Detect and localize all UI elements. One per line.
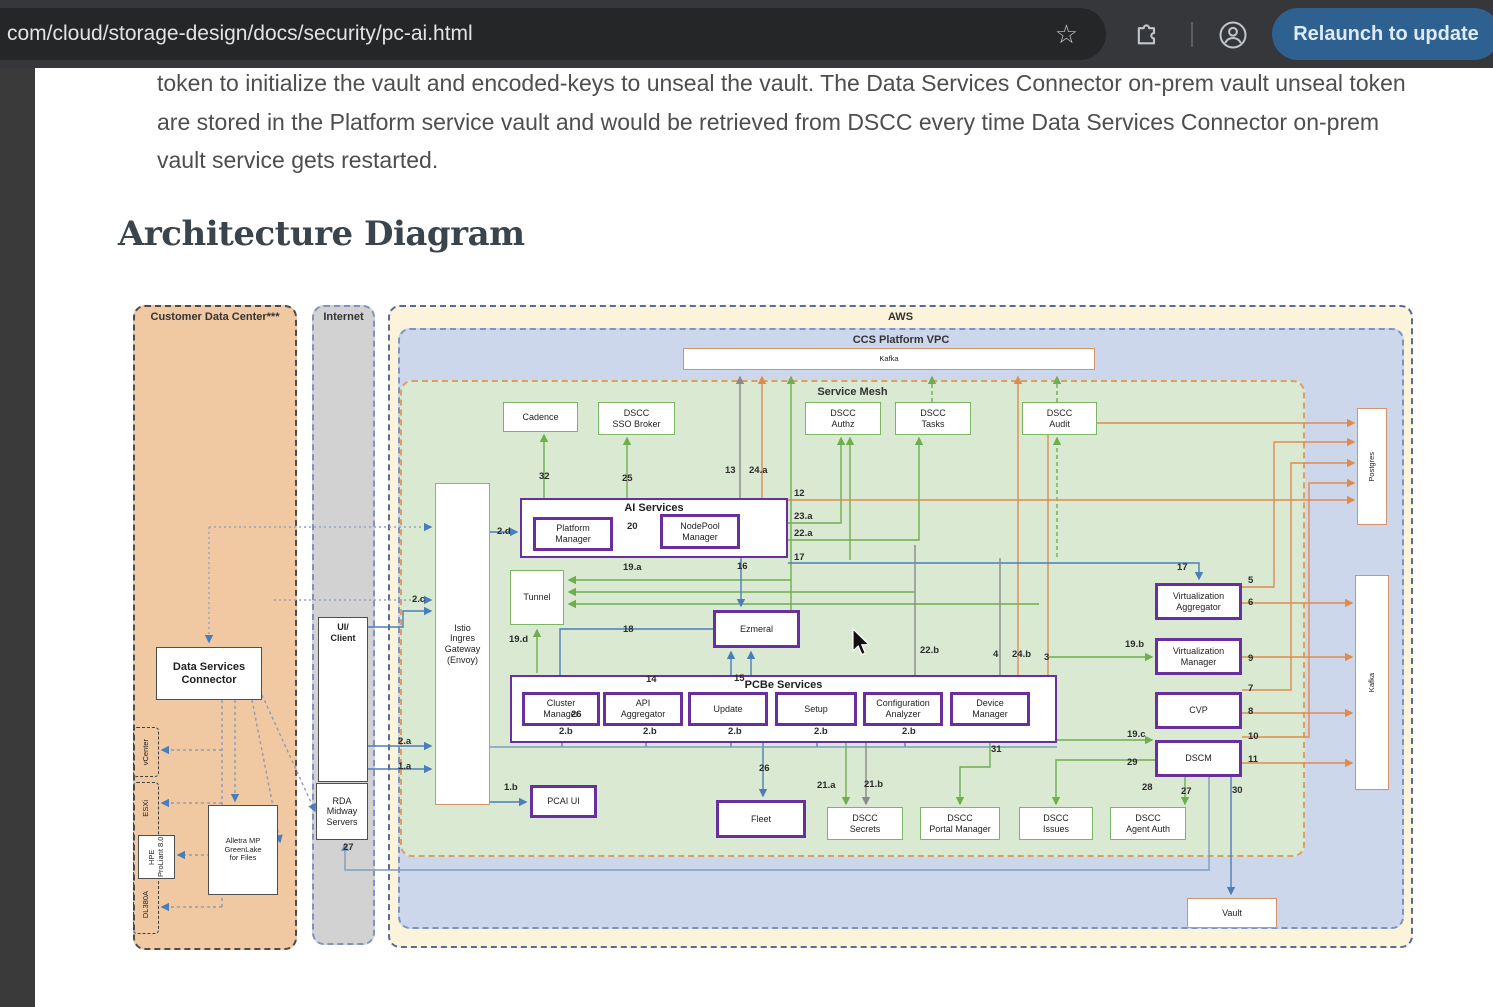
profile-icon[interactable]: [1218, 20, 1248, 50]
relaunch-to-update-button[interactable]: Relaunch to update: [1272, 8, 1493, 60]
architecture-diagram: Customer Data Center***InternetAWSCCS Pl…: [119, 295, 1414, 957]
page-title: Architecture Diagram: [118, 214, 525, 254]
bookmark-star-icon[interactable]: ☆: [1055, 19, 1078, 50]
mouse-cursor: [119, 295, 1414, 957]
window-left-edge: [0, 68, 35, 1007]
screenshot-stage: com/cloud/storage-design/docs/security/p…: [0, 0, 1493, 1007]
address-bar[interactable]: com/cloud/storage-design/docs/security/p…: [0, 8, 1106, 60]
url-text[interactable]: com/cloud/storage-design/docs/security/p…: [0, 22, 473, 46]
browser-chrome: com/cloud/storage-design/docs/security/p…: [0, 0, 1493, 68]
extensions-icon[interactable]: [1133, 20, 1161, 48]
body-paragraph: token to initialize the vault and encode…: [157, 64, 1432, 180]
toolbar-divider: [1191, 22, 1193, 47]
